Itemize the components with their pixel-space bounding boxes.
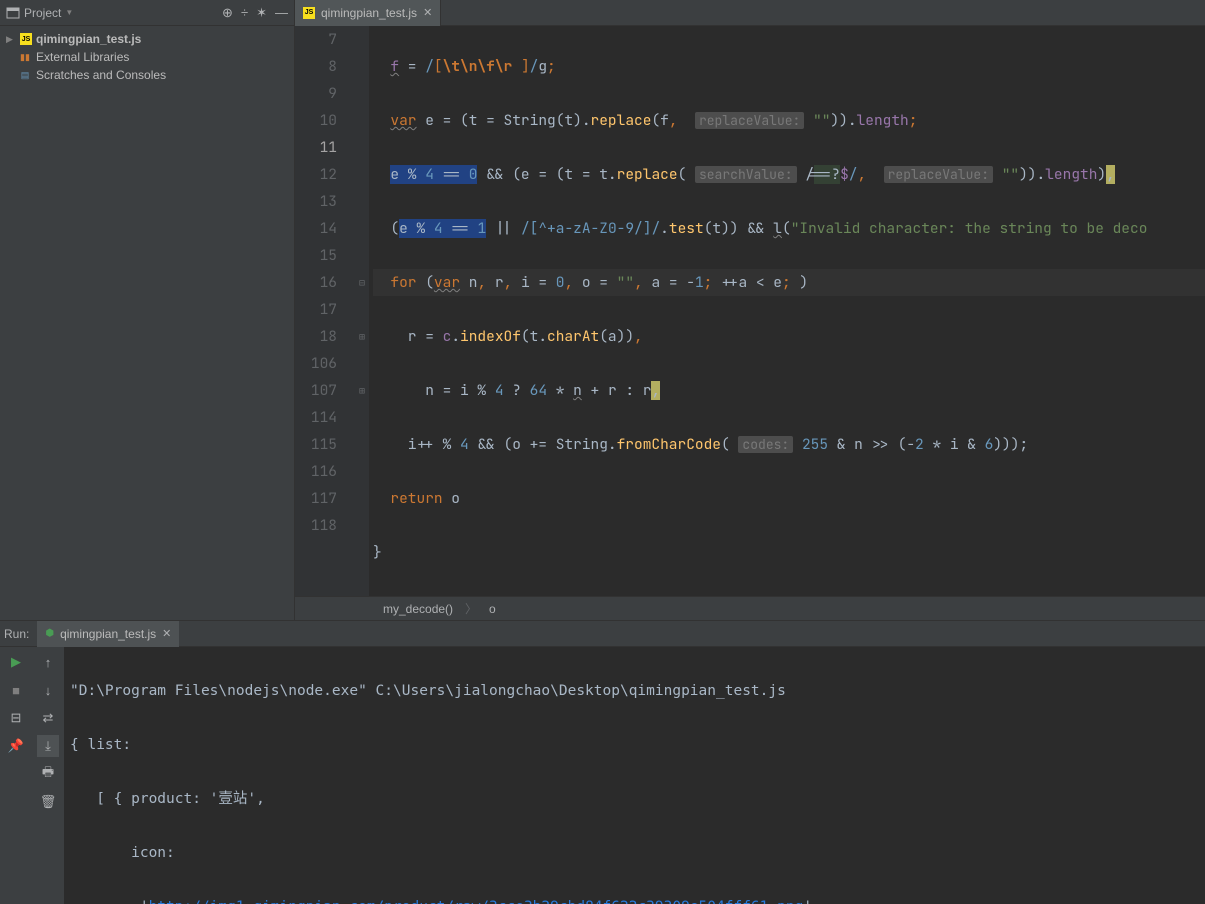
js-file-icon: JS xyxy=(303,7,315,19)
expand-arrow-icon[interactable]: ▶ xyxy=(6,34,16,45)
down-icon[interactable]: ↓ xyxy=(37,679,59,701)
editor-tabs: JS qimingpian_test.js ✕ xyxy=(295,0,1205,26)
console-line: "D:\Program Files\nodejs\node.exe" C:\Us… xyxy=(70,678,1199,705)
run-toolbar-right: ↑ ↓ ⇄ ⤓ 🖶 🗑 xyxy=(32,647,64,904)
hide-icon[interactable]: — xyxy=(275,5,288,20)
sidebar-header: Project ▼ ⊕ ÷ ✶ — xyxy=(0,0,294,26)
fold-minus-icon[interactable]: ⊟ xyxy=(355,269,369,296)
dropdown-icon: ▼ xyxy=(65,8,73,17)
run-tool-window: Run: ⬢ qimingpian_test.js ✕ ▶ ■ ⊟ 📌 ↑ ↓ … xyxy=(0,620,1205,904)
console-line: 'http://img1.qimingpian.com/product/raw/… xyxy=(70,894,1199,904)
layout-icon[interactable]: ⊟ xyxy=(5,707,27,729)
scroll-end-icon[interactable]: ⤓ xyxy=(37,735,59,757)
fold-plus-icon[interactable]: ⊞ xyxy=(355,377,369,404)
console-line: icon: xyxy=(70,840,1199,867)
up-icon[interactable]: ↑ xyxy=(37,651,59,673)
project-sidebar: Project ▼ ⊕ ÷ ✶ — ▶ JS qimingpian_test.j… xyxy=(0,0,295,620)
console-line: { list: xyxy=(70,732,1199,759)
code-editor[interactable]: 7 8 9 10 11 12 13 14 15 16 17 18 106 107… xyxy=(295,26,1205,596)
tree-label: Scratches and Consoles xyxy=(36,68,166,82)
run-title: Run: xyxy=(4,627,29,641)
soft-wrap-icon[interactable]: ⇄ xyxy=(37,707,59,729)
run-config-icon: ⬢ xyxy=(45,628,54,639)
rerun-icon[interactable]: ▶ xyxy=(5,651,27,673)
console-output[interactable]: "D:\Program Files\nodejs\node.exe" C:\Us… xyxy=(64,647,1205,904)
js-file-icon: JS xyxy=(20,33,32,45)
fold-gutter: ⊟ ⊞ ⊞ xyxy=(355,26,369,596)
tab-label: qimingpian_test.js xyxy=(321,6,417,20)
tree-item-scratches[interactable]: ▤ Scratches and Consoles xyxy=(0,66,294,84)
tree-label: External Libraries xyxy=(36,50,129,64)
close-icon[interactable]: ✕ xyxy=(423,6,432,19)
sidebar-title: Project xyxy=(24,6,61,20)
tree-label: qimingpian_test.js xyxy=(36,32,141,46)
project-tree: ▶ JS qimingpian_test.js ▮▮ External Libr… xyxy=(0,26,294,88)
sidebar-actions: ⊕ ÷ ✶ — xyxy=(222,5,288,21)
gear-icon[interactable]: ✶ xyxy=(256,5,267,21)
breadcrumb-fn[interactable]: my_decode() xyxy=(383,602,453,616)
trash-icon[interactable]: 🗑 xyxy=(37,791,59,813)
collapse-icon[interactable]: ÷ xyxy=(241,5,248,20)
run-header: Run: ⬢ qimingpian_test.js ✕ xyxy=(0,621,1205,647)
scratch-icon: ▤ xyxy=(18,68,32,82)
editor-tab[interactable]: JS qimingpian_test.js ✕ xyxy=(295,0,441,26)
sidebar-title-group[interactable]: Project ▼ xyxy=(6,6,73,20)
run-body: ▶ ■ ⊟ 📌 ↑ ↓ ⇄ ⤓ 🖶 🗑 "D:\Program Files\no… xyxy=(0,647,1205,904)
run-tab-label: qimingpian_test.js xyxy=(60,627,156,641)
run-toolbar-left: ▶ ■ ⊟ 📌 xyxy=(0,647,32,904)
editor-area: JS qimingpian_test.js ✕ 7 8 9 10 11 12 1… xyxy=(295,0,1205,620)
close-icon[interactable]: ✕ xyxy=(162,627,171,640)
line-number-gutter: 7 8 9 10 11 12 13 14 15 16 17 18 106 107… xyxy=(295,26,355,596)
breadcrumb: my_decode() 〉 o xyxy=(295,596,1205,620)
tree-item-libraries[interactable]: ▮▮ External Libraries xyxy=(0,48,294,66)
print-icon[interactable]: 🖶 xyxy=(37,763,59,785)
tree-item-root[interactable]: ▶ JS qimingpian_test.js xyxy=(0,30,294,48)
code-content[interactable]: f = /[\t\n\f\r ]/g; var e = (t = String(… xyxy=(369,26,1205,596)
chevron-right-icon: 〉 xyxy=(465,600,477,617)
console-line: [ { product: '壹站', xyxy=(70,786,1199,813)
stop-icon[interactable]: ■ xyxy=(5,679,27,701)
fold-plus-icon[interactable]: ⊞ xyxy=(355,323,369,350)
pin-icon[interactable]: 📌 xyxy=(5,735,27,757)
run-tab[interactable]: ⬢ qimingpian_test.js ✕ xyxy=(37,621,179,647)
library-icon: ▮▮ xyxy=(18,50,32,64)
url-link[interactable]: http://img1.qimingpian.com/product/raw/3… xyxy=(149,899,804,904)
breadcrumb-var[interactable]: o xyxy=(489,602,496,616)
locate-icon[interactable]: ⊕ xyxy=(222,5,233,21)
project-icon xyxy=(6,6,20,20)
